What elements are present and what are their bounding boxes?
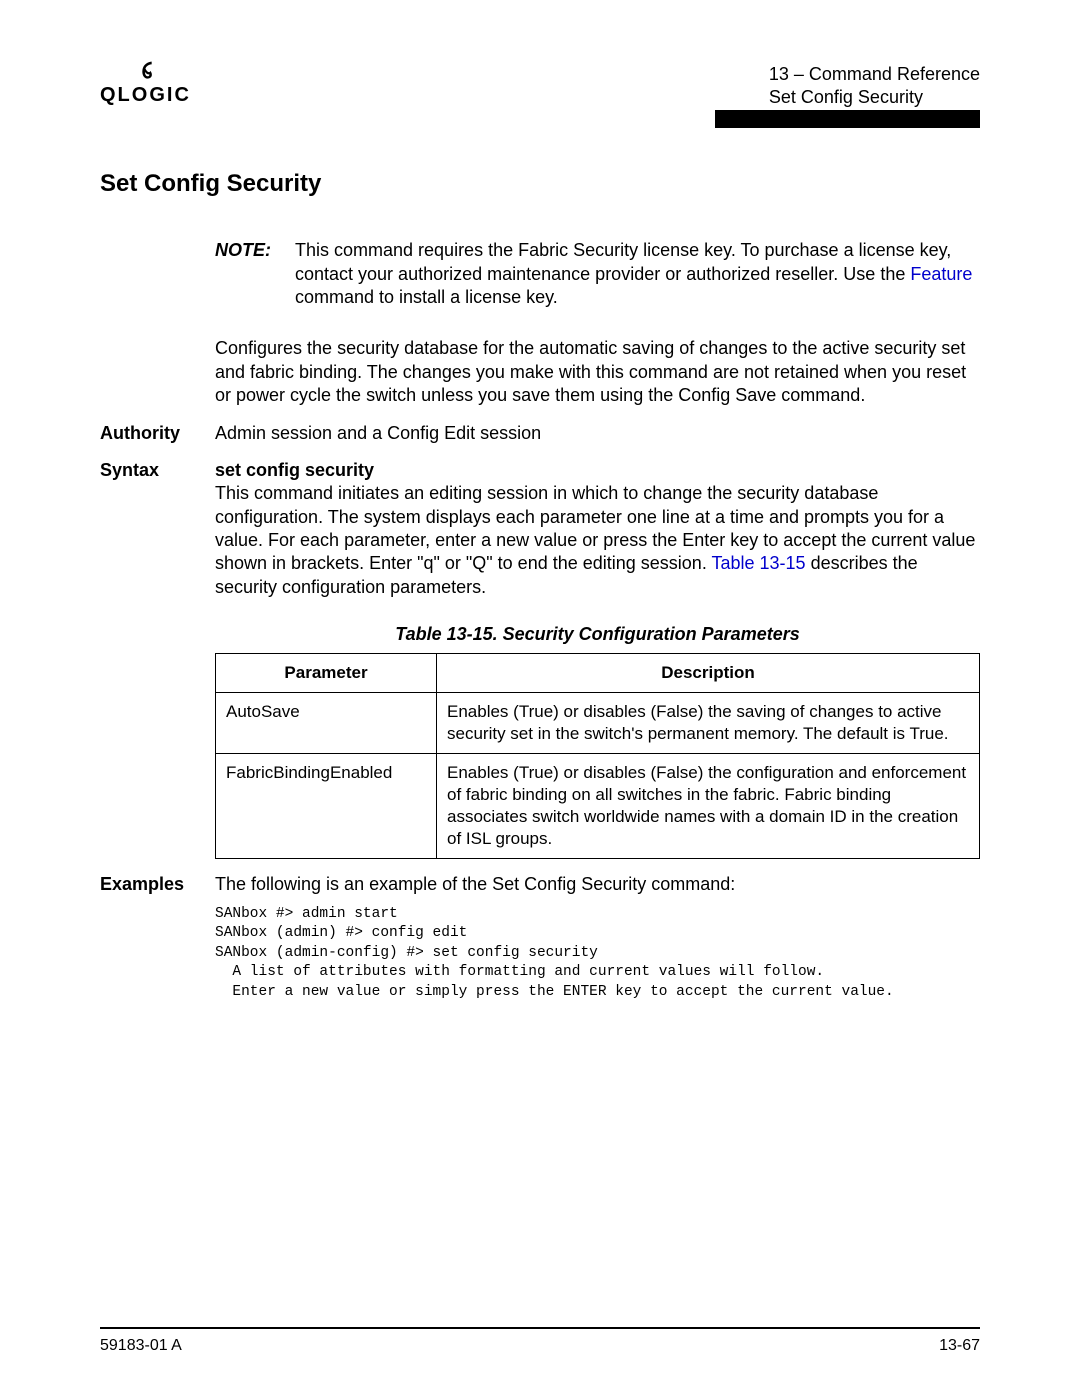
examples-code: SANbox #> admin start SANbox (admin) #> …: [215, 905, 980, 1003]
note-text-after: command to install a license key.: [295, 287, 558, 307]
footer: 59183-01 A 13-67: [100, 1336, 980, 1357]
page-header: ᱔ QLOGIC 13 – Command Reference Set Conf…: [100, 60, 980, 108]
feature-link[interactable]: Feature: [910, 264, 972, 284]
logo-text: QLOGIC: [100, 82, 191, 108]
authority-section: Authority Admin session and a Config Edi…: [100, 422, 980, 445]
note-label: NOTE:: [215, 239, 275, 309]
table-cell-param: FabricBindingEnabled: [216, 753, 437, 858]
footer-page-number: 13-67: [939, 1336, 980, 1357]
header-chapter: 13 – Command Reference: [769, 63, 980, 86]
table-header-parameter: Parameter: [216, 653, 437, 692]
note-text: This command requires the Fabric Securit…: [295, 239, 980, 309]
table-cell-desc: Enables (True) or disables (False) the s…: [437, 692, 980, 753]
table-caption: Table 13-15. Security Configuration Para…: [215, 623, 980, 646]
header-page-name: Set Config Security: [769, 86, 980, 109]
table-header-description: Description: [437, 653, 980, 692]
table-cell-param: AutoSave: [216, 692, 437, 753]
page: ᱔ QLOGIC 13 – Command Reference Set Conf…: [0, 0, 1080, 1397]
footer-doc-number: 59183-01 A: [100, 1336, 182, 1357]
header-black-bar: [715, 110, 980, 128]
authority-label: Authority: [100, 422, 195, 445]
table-row: FabricBindingEnabled Enables (True) or d…: [216, 753, 980, 858]
syntax-text: This command initiates an editing sessio…: [215, 482, 980, 599]
page-title: Set Config Security: [100, 168, 980, 199]
examples-body: The following is an example of the Set C…: [215, 873, 980, 1002]
parameter-table: Parameter Description AutoSave Enables (…: [215, 653, 980, 860]
examples-section: Examples The following is an example of …: [100, 873, 980, 1002]
authority-text: Admin session and a Config Edit session: [215, 422, 980, 445]
footer-rule: [100, 1327, 980, 1329]
examples-label: Examples: [100, 873, 195, 896]
content: Set Config Security NOTE: This command r…: [100, 168, 980, 1003]
header-text-block: 13 – Command Reference Set Config Securi…: [769, 63, 980, 108]
syntax-label: Syntax: [100, 459, 195, 482]
table-header-row: Parameter Description: [216, 653, 980, 692]
note-block: NOTE: This command requires the Fabric S…: [215, 239, 980, 309]
examples-intro: The following is an example of the Set C…: [215, 873, 980, 896]
syntax-section: Syntax set config security This command …: [100, 459, 980, 859]
syntax-body: set config security This command initiat…: [215, 459, 980, 859]
table-link[interactable]: Table 13-15: [712, 553, 806, 573]
logo: ᱔ QLOGIC: [100, 60, 191, 108]
table-row: AutoSave Enables (True) or disables (Fal…: [216, 692, 980, 753]
note-text-before: This command requires the Fabric Securit…: [295, 240, 951, 283]
logo-icon: ᱔: [142, 60, 150, 82]
description-paragraph: Configures the security database for the…: [215, 337, 980, 407]
syntax-subheading: set config security: [215, 459, 980, 482]
table-cell-desc: Enables (True) or disables (False) the c…: [437, 753, 980, 858]
